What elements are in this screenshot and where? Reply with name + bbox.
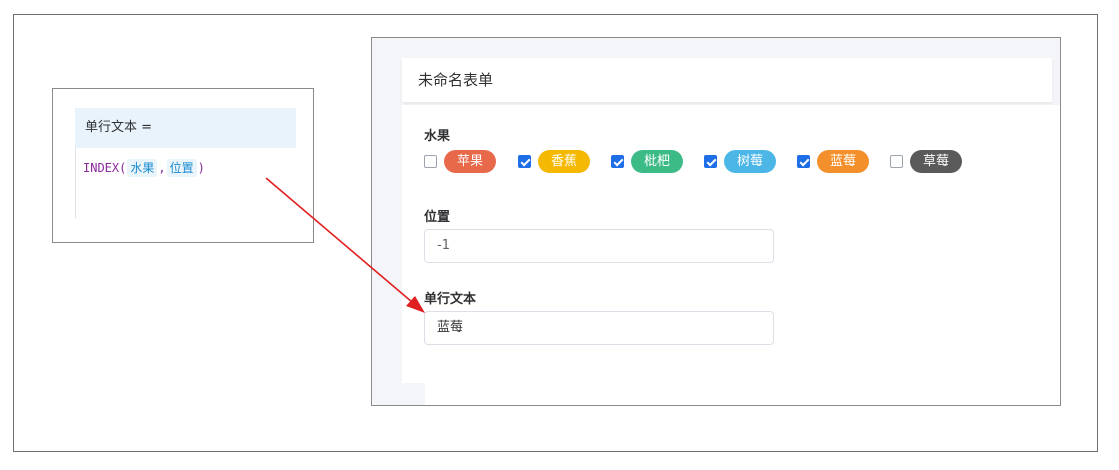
arrow-annotation bbox=[265, 177, 425, 313]
arrow-line bbox=[265, 177, 413, 303]
